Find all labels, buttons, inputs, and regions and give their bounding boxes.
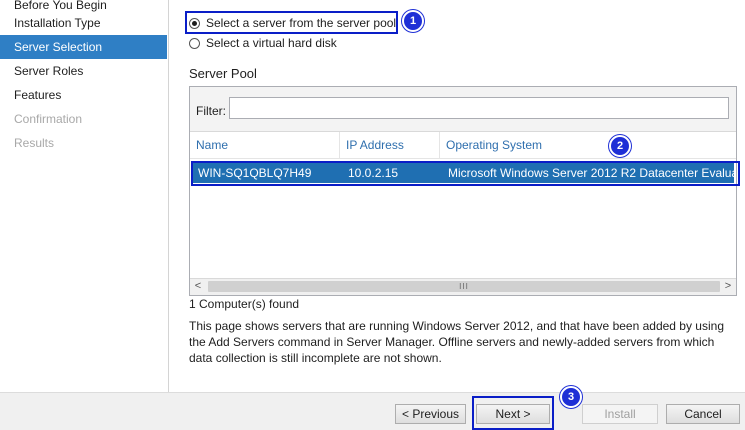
server-pool-heading: Server Pool — [189, 66, 257, 81]
install-button: Install — [582, 404, 658, 424]
annotation-callout-2: 2 — [609, 135, 631, 157]
previous-button[interactable]: < Previous — [395, 404, 466, 424]
server-list-header: Name IP Address Operating System — [190, 132, 736, 159]
computer-count: 1 Computer(s) found — [189, 297, 300, 311]
annotation-callout-3: 3 — [560, 386, 582, 408]
nav-divider — [168, 0, 169, 392]
server-pool-panel: Filter: Name IP Address Operating System… — [189, 86, 737, 296]
nav-item-server-selection[interactable]: Server Selection — [0, 35, 167, 59]
nav-item-confirmation: Confirmation — [14, 112, 83, 126]
page-description: This page shows servers that are running… — [189, 319, 724, 365]
filter-label: Filter: — [196, 104, 226, 118]
filter-input[interactable] — [229, 97, 729, 119]
annotation-callout-1: 1 — [402, 10, 424, 32]
nav-item-server-roles[interactable]: Server Roles — [0, 59, 167, 83]
column-header-name[interactable]: Name — [190, 132, 340, 158]
cancel-button[interactable]: Cancel — [666, 404, 740, 424]
virtual-hard-disk-radio[interactable] — [189, 37, 200, 49]
nav-item-features[interactable]: Features — [0, 83, 167, 107]
filter-bar: Filter: — [190, 87, 736, 132]
annotation-highlight-server-row — [191, 161, 740, 186]
virtual-hard-disk-option[interactable]: Select a virtual hard disk — [189, 34, 337, 52]
scroll-right-icon[interactable]: > — [720, 279, 736, 294]
virtual-hard-disk-option-label: Select a virtual hard disk — [206, 36, 337, 50]
scrollbar-grip-icon: III — [459, 282, 469, 291]
column-header-operating-system[interactable]: Operating System — [440, 132, 610, 158]
column-header-ip-address[interactable]: IP Address — [340, 132, 440, 158]
scrollbar-thumb[interactable]: III — [208, 281, 720, 292]
annotation-highlight-server-pool-option — [185, 11, 398, 34]
wizard-navigation: Before You Begin Installation Type Serve… — [0, 0, 168, 392]
horizontal-scrollbar[interactable]: < III > — [190, 278, 736, 295]
scroll-left-icon[interactable]: < — [190, 279, 206, 294]
nav-item-results: Results — [14, 136, 55, 150]
annotation-highlight-next-button — [472, 396, 554, 430]
nav-item-installation-type[interactable]: Installation Type — [0, 11, 167, 35]
